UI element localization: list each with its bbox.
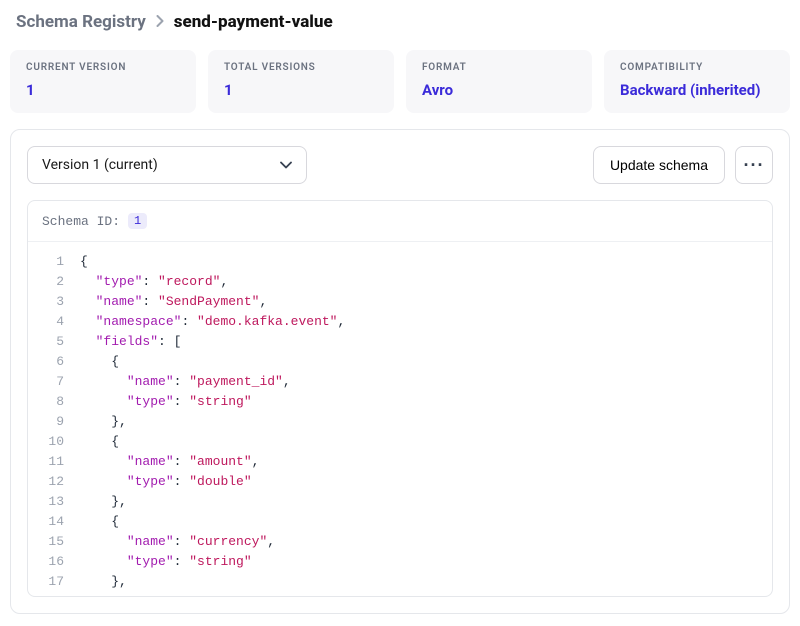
line-number: 14 xyxy=(28,512,64,532)
stat-label: COMPATIBILITY xyxy=(620,62,774,73)
schema-id-badge: 1 xyxy=(128,213,147,229)
line-number: 15 xyxy=(28,532,64,552)
line-number: 10 xyxy=(28,432,64,452)
schema-box: Schema ID: 1 1234567891011121314151617 {… xyxy=(27,200,773,597)
code-line: "name": "SendPayment", xyxy=(80,292,772,312)
stats-row: CURRENT VERSION 1 TOTAL VERSIONS 1 FORMA… xyxy=(10,50,790,113)
version-select[interactable]: Version 1 (current) xyxy=(27,146,307,184)
code-line: "name": "payment_id", xyxy=(80,372,772,392)
stat-label: FORMAT xyxy=(422,62,576,73)
line-number: 13 xyxy=(28,492,64,512)
code-line: }, xyxy=(80,492,772,512)
code-line: "namespace": "demo.kafka.event", xyxy=(80,312,772,332)
stat-label: CURRENT VERSION xyxy=(26,62,180,73)
version-select-value: Version 1 (current) xyxy=(42,157,158,173)
chevron-down-icon xyxy=(280,161,292,169)
stat-compatibility: COMPATIBILITY Backward (inherited) xyxy=(604,50,790,113)
line-number: 8 xyxy=(28,392,64,412)
code-line: }, xyxy=(80,412,772,432)
stat-value: 1 xyxy=(224,81,378,99)
line-number: 1 xyxy=(28,252,64,272)
code-viewer[interactable]: 1234567891011121314151617 { "type": "rec… xyxy=(28,242,772,596)
stat-current-version: CURRENT VERSION 1 xyxy=(10,50,196,113)
breadcrumb-leaf: send-payment-value xyxy=(174,12,333,32)
line-number: 2 xyxy=(28,272,64,292)
line-number: 12 xyxy=(28,472,64,492)
line-number: 7 xyxy=(28,372,64,392)
code-line: "fields": [ xyxy=(80,332,772,352)
line-number: 9 xyxy=(28,412,64,432)
code-gutter: 1234567891011121314151617 xyxy=(28,242,74,596)
line-number: 17 xyxy=(28,572,64,592)
dots-horizontal-icon: ··· xyxy=(744,155,765,176)
stat-label: TOTAL VERSIONS xyxy=(224,62,378,73)
code-line: "type": "string" xyxy=(80,552,772,572)
line-number: 4 xyxy=(28,312,64,332)
stat-value: Backward (inherited) xyxy=(620,81,774,99)
code-line: "name": "amount", xyxy=(80,452,772,472)
line-number: 5 xyxy=(28,332,64,352)
code-line: { xyxy=(80,432,772,452)
code-line: { xyxy=(80,512,772,532)
code-line: "type": "string" xyxy=(80,392,772,412)
line-number: 11 xyxy=(28,452,64,472)
schema-panel: Version 1 (current) Update schema ··· Sc… xyxy=(10,129,790,614)
breadcrumb: Schema Registry send-payment-value xyxy=(10,12,790,32)
more-actions-button[interactable]: ··· xyxy=(735,146,773,184)
chevron-right-icon xyxy=(156,13,164,31)
code-line: { xyxy=(80,252,772,272)
code-line: }, xyxy=(80,572,772,592)
line-number: 6 xyxy=(28,352,64,372)
stat-value: 1 xyxy=(26,81,180,99)
line-number: 16 xyxy=(28,552,64,572)
schema-id-label: Schema ID: xyxy=(42,214,120,229)
code-line: "type": "double" xyxy=(80,472,772,492)
code-line: "type": "record", xyxy=(80,272,772,292)
code-content: { "type": "record", "name": "SendPayment… xyxy=(74,242,772,596)
stat-value: Avro xyxy=(422,81,576,99)
update-schema-button[interactable]: Update schema xyxy=(593,146,725,184)
line-number: 3 xyxy=(28,292,64,312)
panel-toolbar: Version 1 (current) Update schema ··· xyxy=(27,146,773,184)
code-line: "name": "currency", xyxy=(80,532,772,552)
code-line: { xyxy=(80,352,772,372)
stat-format: FORMAT Avro xyxy=(406,50,592,113)
schema-header: Schema ID: 1 xyxy=(28,201,772,242)
breadcrumb-root[interactable]: Schema Registry xyxy=(16,12,146,32)
stat-total-versions: TOTAL VERSIONS 1 xyxy=(208,50,394,113)
